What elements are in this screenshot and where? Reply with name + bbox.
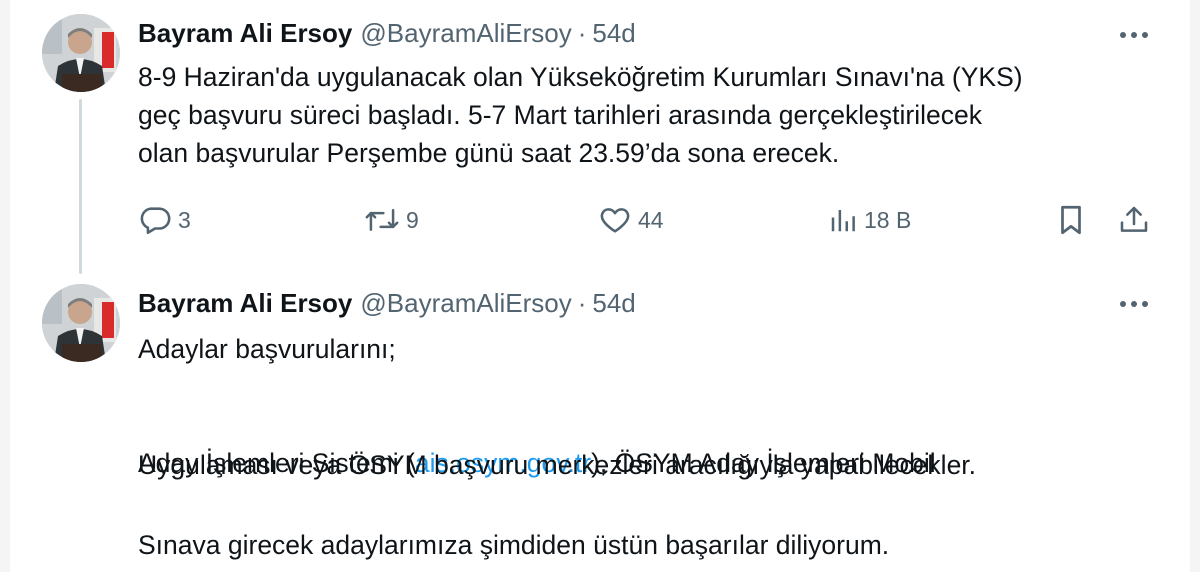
header-separator: · [577, 288, 587, 318]
bookmark-icon [1061, 205, 1081, 235]
author-avatar[interactable] [42, 284, 120, 362]
left-page-edge [0, 0, 10, 572]
author-avatar[interactable] [42, 14, 120, 92]
tweet-text-line-4: Sınava girecek adaylarımıza şimdiden üst… [138, 530, 890, 560]
avatar-photo [42, 14, 120, 92]
repost-button[interactable]: 9 [364, 200, 419, 240]
heart-icon [600, 208, 630, 233]
more-icon [1120, 301, 1148, 307]
repost-count: 9 [406, 206, 419, 233]
thread-connector-line [79, 99, 82, 274]
view-count: 18 B [864, 206, 912, 233]
comment-icon [140, 207, 171, 235]
like-count: 44 [638, 206, 664, 233]
analytics-icon [831, 210, 855, 232]
more-icon [1120, 32, 1148, 38]
bookmark-button[interactable] [1056, 200, 1086, 240]
author-name[interactable]: Bayram Ali Ersoy [138, 287, 352, 319]
tweet-header: Bayram Ali Ersoy @BayramAliErsoy · 54d [138, 287, 636, 319]
tweet-actions: 3 9 44 18 B [138, 200, 1160, 240]
author-handle[interactable]: @BayramAliErsoy [360, 287, 571, 319]
author-name[interactable]: Bayram Ali Ersoy [138, 17, 352, 49]
tweet-header: Bayram Ali Ersoy @BayramAliErsoy · 54d [138, 17, 636, 49]
header-separator: · [577, 18, 587, 48]
more-options-button[interactable] [1114, 21, 1154, 49]
right-page-edge [1190, 0, 1200, 572]
tweet-text-line-3: Uygulaması veya ÖSYM başvuru merkezleri … [138, 450, 977, 480]
views-button[interactable]: 18 B [828, 200, 911, 240]
tweet-text: 8-9 Haziran'da uygulanacak olan Yükseköğ… [138, 62, 1023, 168]
reply-button[interactable]: 3 [138, 200, 191, 240]
author-handle[interactable]: @BayramAliErsoy [360, 17, 571, 49]
repost-icon [365, 209, 399, 231]
tweet-text-line-1: Adaylar başvurularını; [138, 334, 396, 364]
more-options-button[interactable] [1114, 290, 1154, 318]
share-button[interactable] [1118, 200, 1150, 240]
like-button[interactable]: 44 [598, 200, 664, 240]
tweet-timestamp[interactable]: 54d [592, 287, 635, 319]
share-icon [1120, 206, 1148, 232]
reply-count: 3 [178, 206, 191, 233]
avatar-photo [42, 284, 120, 362]
tweet-timestamp[interactable]: 54d [592, 17, 635, 49]
